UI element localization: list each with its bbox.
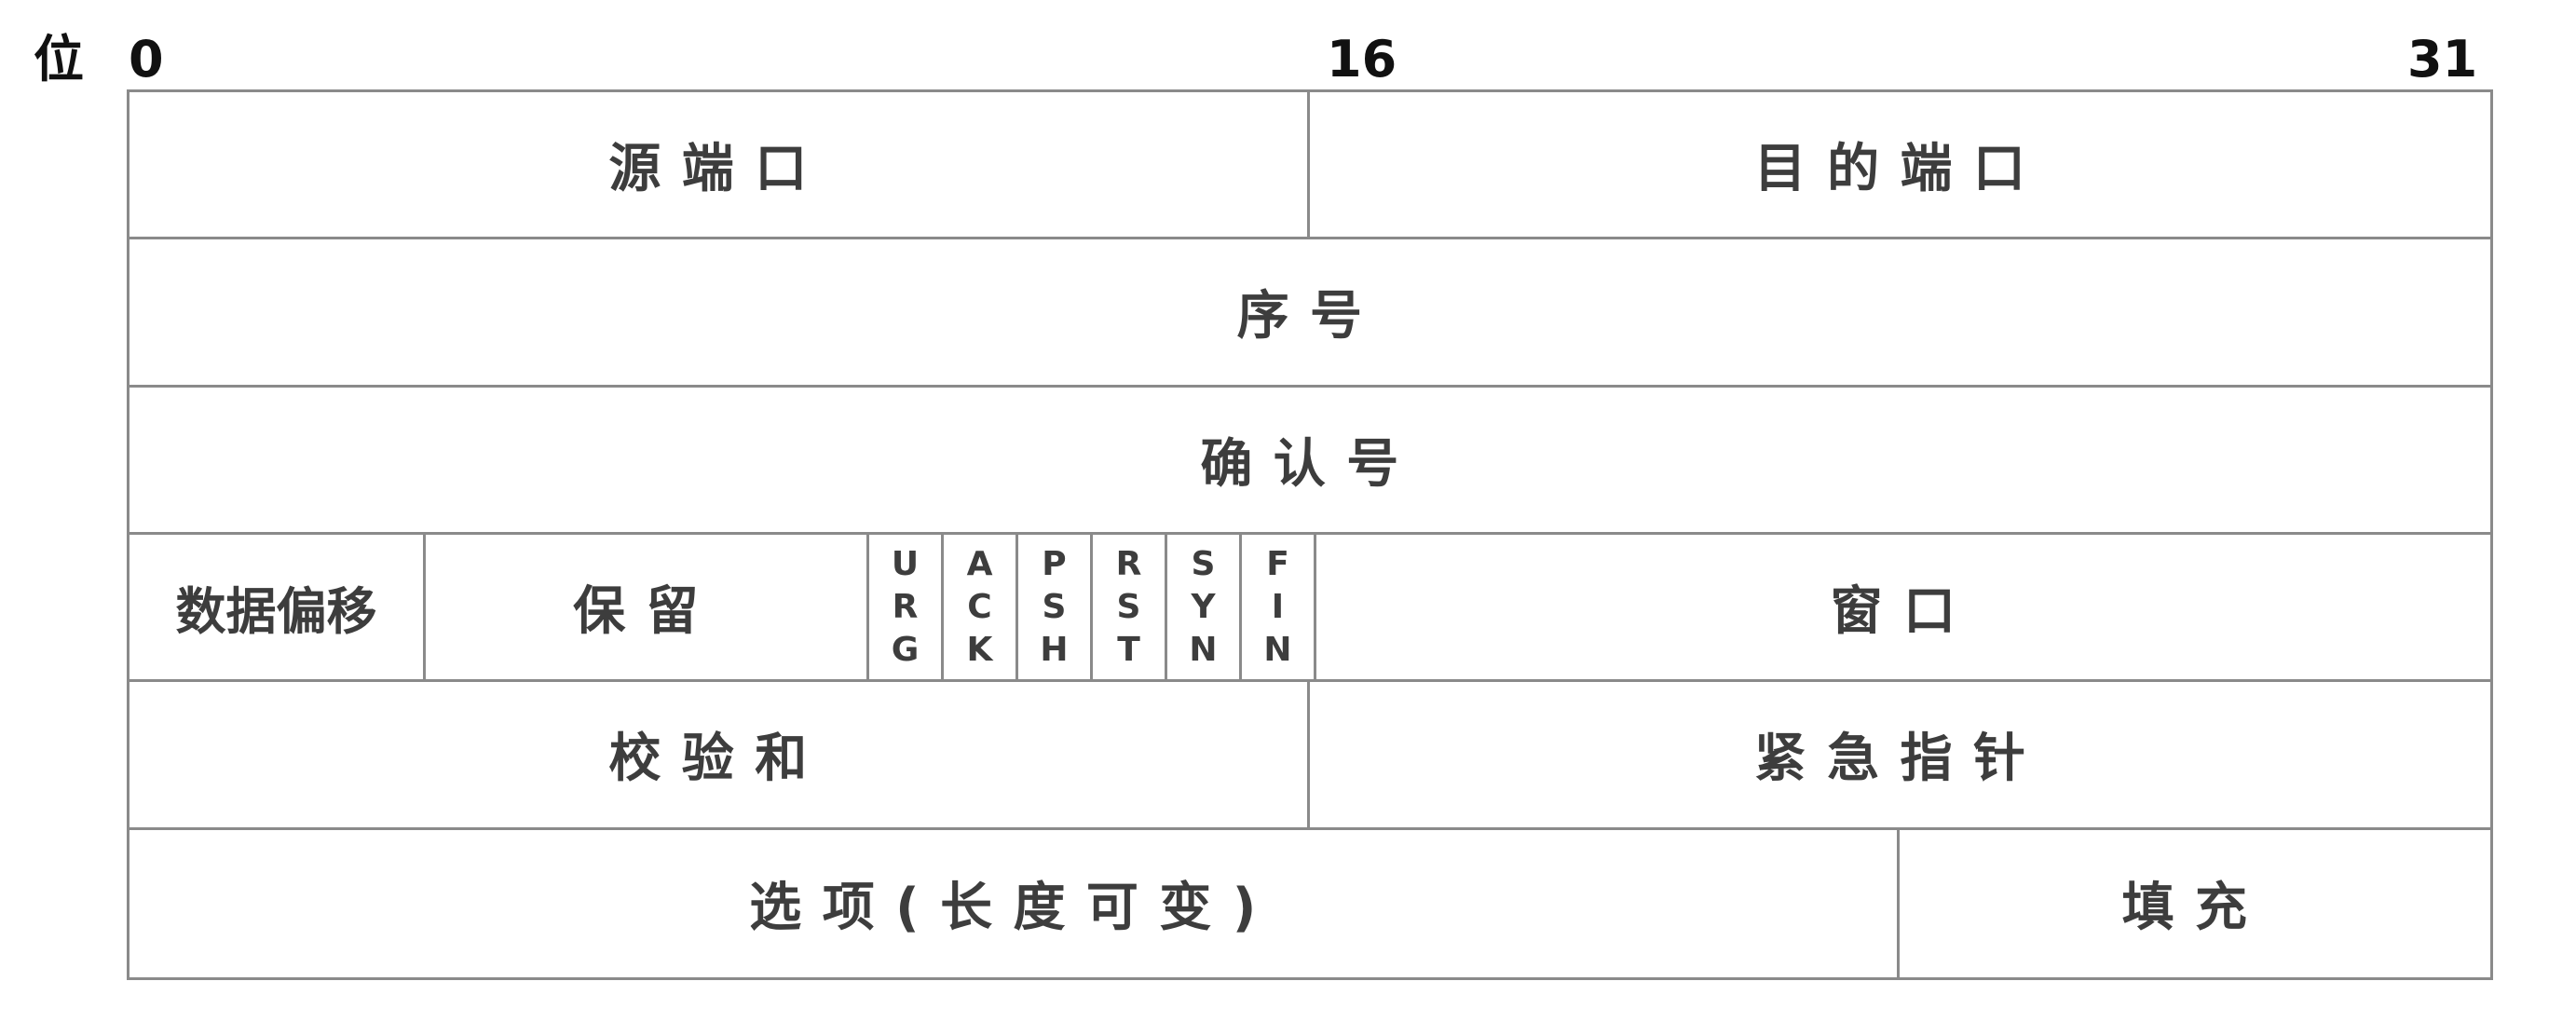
flag-letter: K (966, 630, 993, 669)
urgent-pointer-field: 紧急指针 (1753, 729, 2047, 790)
flag-letter: S (1116, 587, 1141, 626)
tcp-header-diagram: 源端口 目的端口 序号 确认号 数据偏移 保留 U R G A C K P S … (127, 89, 2493, 980)
flag-letter: S (1191, 544, 1216, 583)
flag-letter: A (966, 544, 993, 583)
flag-letter: N (1263, 630, 1292, 669)
bit-label-0: 0 (129, 30, 164, 89)
flag-letter: F (1266, 544, 1289, 583)
flag-letter: C (967, 587, 992, 626)
header-row-options: 选项(长度可变) 填充 (129, 829, 2490, 977)
window-field: 窗口 (1830, 581, 1977, 643)
header-row-ack: 确认号 (129, 388, 2490, 535)
header-row-checksum: 校验和 紧急指针 (129, 682, 2490, 830)
data-offset-field: 数据偏移 (129, 534, 426, 680)
bit-axis-title: 位 (34, 30, 84, 89)
header-row-control: 数据偏移 保留 U R G A C K P S H R S T S Y N F (129, 534, 2490, 683)
flag-letter: R (892, 587, 919, 626)
flag-letter: R (1115, 544, 1142, 583)
flag-ack: A C K (944, 534, 1018, 680)
sequence-number-field: 序号 (1236, 286, 1383, 348)
checksum-field: 校验和 (129, 682, 1310, 827)
header-row-sequence: 序号 (129, 239, 2490, 388)
options-field: 选项(长度可变) (129, 829, 1900, 977)
flag-urg: U R G (869, 534, 944, 680)
flag-rst: R S T (1093, 534, 1167, 680)
flag-fin: F I N (1242, 534, 1316, 680)
flag-letter: Y (1191, 587, 1216, 626)
flag-letter: G (891, 630, 920, 669)
flag-letter: U (891, 544, 920, 583)
ack-number-field: 确认号 (1200, 433, 1420, 495)
flag-psh: P S H (1018, 534, 1093, 680)
bit-label-31: 31 (2407, 30, 2478, 89)
source-port-field: 源端口 (129, 92, 1310, 238)
flag-letter: N (1189, 630, 1218, 669)
flag-letter: I (1271, 587, 1285, 626)
reserved-field: 保留 (426, 534, 869, 680)
flag-syn: S Y N (1167, 534, 1242, 680)
flag-letter: T (1117, 630, 1140, 669)
header-row-ports: 源端口 目的端口 (129, 92, 2490, 240)
bit-label-16: 16 (1327, 30, 1397, 89)
padding-field: 填充 (2121, 878, 2269, 939)
flag-letter: H (1040, 630, 1069, 669)
flag-letter: S (1042, 587, 1067, 626)
flag-letter: P (1042, 544, 1067, 583)
dest-port-field: 目的端口 (1753, 139, 2047, 200)
